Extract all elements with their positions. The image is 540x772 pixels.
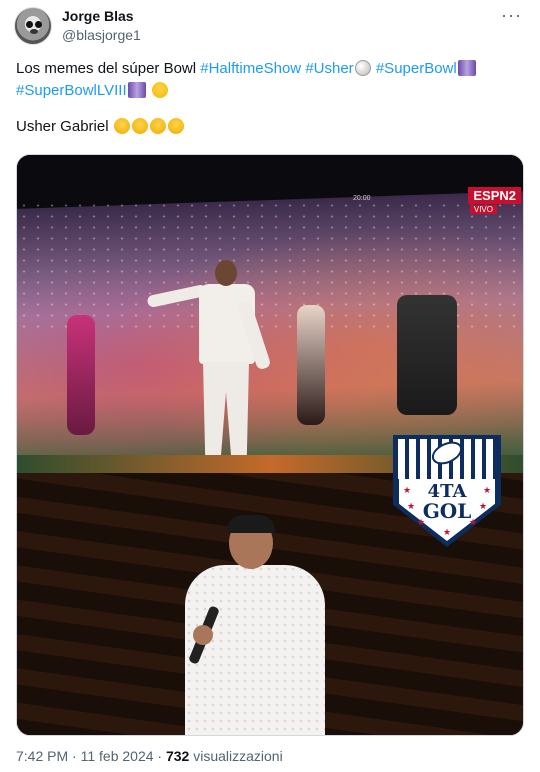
star-icon: ★ [407, 501, 416, 511]
author-name[interactable]: Jorge Blas [62, 8, 134, 24]
singer-hair [227, 515, 275, 533]
ellipsis-icon[interactable]: ··· [501, 5, 522, 26]
trophy-emoji-icon [457, 60, 476, 76]
avatar-eye-left [26, 21, 33, 28]
singer-hand [193, 625, 213, 645]
performer-figure [146, 260, 272, 470]
trophy-emoji-icon [127, 82, 146, 98]
singer-figure [167, 515, 337, 735]
tweet-date[interactable]: 11 feb 2024 [81, 748, 154, 764]
author-avatar[interactable] [14, 7, 52, 45]
nauseated-face-emoji-icon [151, 82, 168, 98]
tweet-caption: Usher Gabriel [16, 118, 109, 135]
tweet-time[interactable]: 7:42 PM [16, 748, 68, 764]
4ta-gol-shield-logo: 4TA GOL ★ ★ ★ ★ ★ ★ ★ [393, 435, 501, 547]
star-icon: ★ [417, 517, 426, 527]
avatar-eye-right [35, 21, 42, 28]
broadcast-timecode: 20:00 [353, 195, 371, 202]
performer-legs [203, 362, 249, 462]
star-icon: ★ [443, 527, 452, 537]
star-icon: ★ [403, 485, 412, 495]
baseball-emoji-icon [354, 60, 371, 76]
star-icon: ★ [479, 501, 488, 511]
views-label: visualizzazioni [193, 748, 283, 764]
tweet-text: Los memes del súper Bowl #HalftimeShow #… [16, 58, 526, 102]
tweet-line-2: Usher Gabriel [16, 118, 185, 135]
rofl-emoji-icon [149, 118, 166, 134]
hashtag-superbowl[interactable]: #SuperBowl [376, 60, 457, 77]
tweet: Jorge Blas @blasjorge1 ··· Los memes del… [0, 0, 540, 772]
tweet-metadata: 7:42 PM · 11 feb 2024 · 732 visualizzazi… [16, 748, 283, 764]
author-handle[interactable]: @blasjorge1 [62, 27, 141, 43]
band-figure [397, 295, 457, 415]
views-count: 732 [165, 748, 190, 764]
rofl-emoji-icon [131, 118, 148, 134]
rofl-emoji-icon [113, 118, 130, 134]
dancer-figure [67, 315, 95, 435]
usher-performance-frame: 20:00 ESPN2 VIVO [17, 155, 523, 479]
rofl-emoji-icon [167, 118, 184, 134]
tweet-media[interactable]: 20:00 ESPN2 VIVO 4TA GOL ★ ★ ★ ★ ★ ★ ★ [16, 154, 524, 736]
hashtag-halftimeshow[interactable]: #HalftimeShow [200, 60, 301, 77]
star-icon: ★ [469, 517, 478, 527]
espn2-logo: ESPN2 [468, 187, 521, 204]
star-icon: ★ [483, 485, 492, 495]
live-label: VIVO [469, 205, 497, 214]
tweet-intro: Los memes del súper Bowl [16, 60, 201, 77]
performer-head [215, 260, 237, 286]
avatar-nose [30, 29, 38, 34]
hashtag-superbowllviii[interactable]: #SuperBowlLVIII [16, 82, 127, 99]
singer-suit [185, 565, 325, 735]
dancer-figure [297, 305, 325, 425]
hashtag-usher[interactable]: #Usher [305, 60, 353, 77]
